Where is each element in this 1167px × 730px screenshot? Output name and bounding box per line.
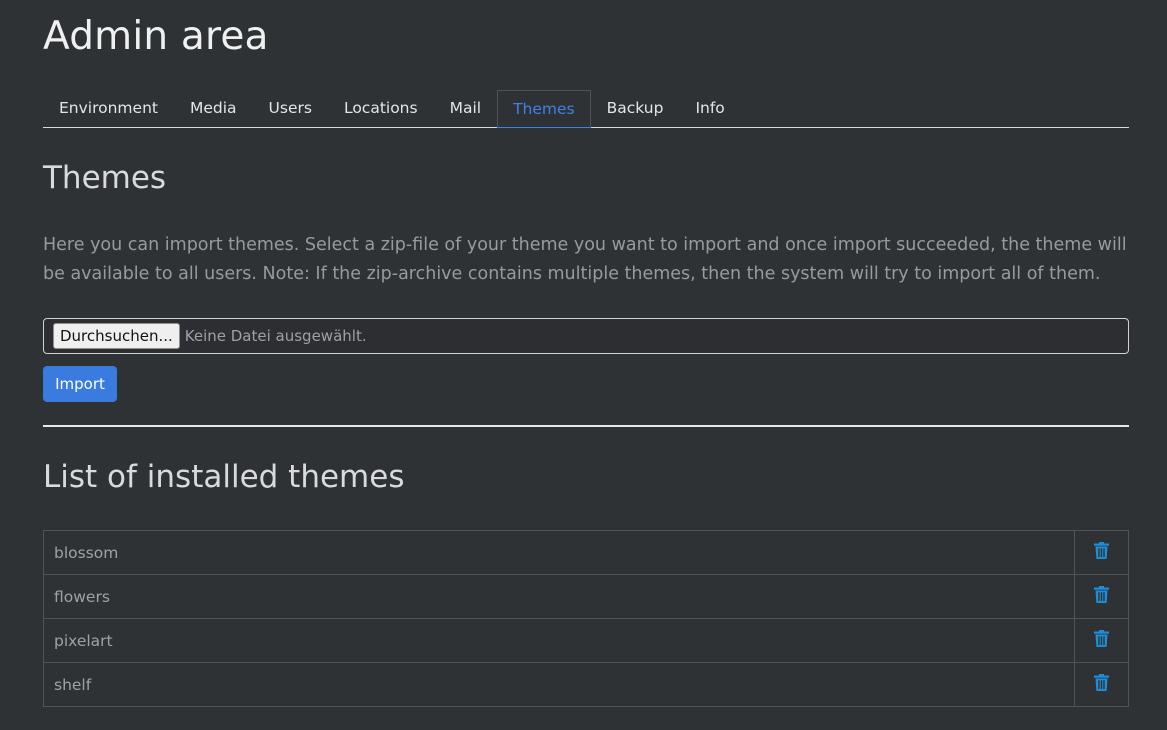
table-row: shelf	[43, 662, 1129, 707]
tab-info[interactable]: Info	[679, 90, 740, 127]
browse-button[interactable]: Durchsuchen...	[53, 323, 180, 349]
delete-cell	[1074, 662, 1129, 707]
import-button[interactable]: Import	[43, 366, 117, 402]
theme-name: flowers	[43, 574, 1075, 619]
trash-icon[interactable]	[1094, 586, 1109, 607]
admin-tabs: Environment Media Users Locations Mail T…	[43, 90, 1129, 128]
file-status-text: Keine Datei ausgewählt.	[184, 327, 367, 345]
theme-name: pixelart	[43, 618, 1075, 663]
page-title: Admin area	[43, 14, 269, 59]
tab-environment[interactable]: Environment	[43, 90, 174, 127]
table-row: flowers	[43, 574, 1129, 619]
trash-icon[interactable]	[1094, 630, 1109, 651]
trash-icon[interactable]	[1094, 542, 1109, 563]
table-row: blossom	[43, 530, 1129, 575]
delete-cell	[1074, 574, 1129, 619]
theme-name: blossom	[43, 530, 1075, 575]
admin-page: Admin area Environment Media Users Locat…	[0, 0, 1167, 730]
theme-file-input[interactable]: Durchsuchen... Keine Datei ausgewählt.	[43, 318, 1129, 354]
tab-users[interactable]: Users	[253, 90, 328, 127]
tab-mail[interactable]: Mail	[434, 90, 497, 127]
tab-media[interactable]: Media	[174, 90, 253, 127]
section-divider	[43, 425, 1129, 427]
delete-cell	[1074, 618, 1129, 663]
themes-description: Here you can import themes. Select a zip…	[43, 235, 1127, 284]
tab-backup[interactable]: Backup	[591, 90, 680, 127]
installed-themes-title: List of installed themes	[43, 459, 405, 495]
delete-cell	[1074, 530, 1129, 575]
table-row: pixelart	[43, 618, 1129, 663]
installed-themes-table: blossom flowers pixelart shelf	[43, 530, 1129, 707]
theme-name: shelf	[43, 662, 1075, 707]
tab-themes[interactable]: Themes	[497, 90, 591, 128]
themes-section-title: Themes	[43, 160, 167, 196]
trash-icon[interactable]	[1094, 674, 1109, 695]
tab-locations[interactable]: Locations	[328, 90, 434, 127]
